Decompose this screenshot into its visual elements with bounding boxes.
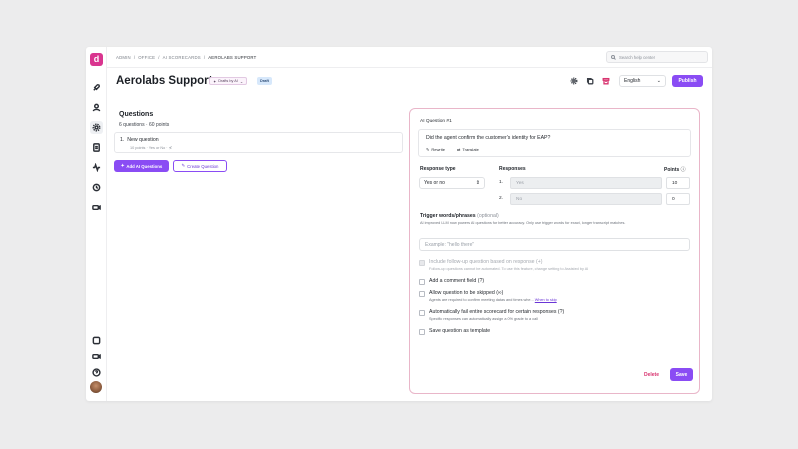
response-type-label: Response type (420, 166, 456, 172)
gear-icon[interactable] (90, 121, 103, 134)
create-question-label: Create Question (187, 163, 219, 169)
breadcrumb-separator: / (158, 55, 160, 60)
skip-checkbox[interactable] (419, 291, 425, 297)
page-title: Aerolabs Support (116, 75, 213, 87)
camera-icon[interactable] (91, 351, 102, 362)
divider (107, 67, 712, 68)
breadcrumb-current: AEROLABS SUPPORT (208, 55, 257, 60)
help-icon[interactable] (91, 367, 102, 378)
editor-header: AI Question #1 (420, 119, 452, 124)
follow-up-label: Include follow-up question based on resp… (429, 259, 543, 265)
question-title: 1. New question (120, 137, 159, 143)
history-icon[interactable] (91, 182, 102, 193)
avatar[interactable] (90, 381, 102, 393)
question-editor-panel: AI Question #1 Did the agent confirm the… (409, 108, 700, 394)
language-select[interactable]: English ⌄ (619, 75, 666, 87)
response-number: 1. (499, 180, 504, 185)
video-icon[interactable] (91, 202, 102, 213)
response-field: No (510, 193, 662, 205)
create-question-button[interactable]: ✎ Create Question (173, 160, 227, 172)
sparkle-icon: ✦ (213, 79, 217, 84)
activity-icon[interactable] (91, 162, 102, 173)
trigger-words-input[interactable]: Example: "hello there" (419, 238, 690, 251)
info-icon: ⓘ (680, 167, 686, 173)
scorecard-icon[interactable] (91, 142, 102, 153)
points-field[interactable]: 10 (666, 177, 690, 189)
response-field: Yes (510, 177, 662, 189)
response-type-select[interactable]: Yes or no ⇕ (419, 177, 485, 189)
delete-button[interactable]: Delete (644, 372, 659, 378)
app-window: d ADMIN / OFFICE / AI SCORECARDS / AEROL… (86, 47, 712, 401)
save-button[interactable]: Save (670, 368, 693, 381)
points-label: Points ⓘ (664, 167, 686, 173)
breadcrumb: ADMIN / OFFICE / AI SCORECARDS / AEROLAB… (116, 55, 257, 60)
chevron-down-icon: ⌄ (239, 79, 243, 84)
publish-button[interactable]: Publish (672, 75, 703, 87)
app-logo-icon[interactable] (91, 335, 102, 346)
drafted-by-ai-dropdown[interactable]: ✦ Drafts by AI ⌄ (209, 77, 247, 85)
auto-fail-label: Automatically fail entire scorecard for … (429, 309, 565, 315)
archive-icon[interactable] (602, 77, 610, 85)
comment-field-label: Add a comment field (?) (429, 278, 485, 284)
question-text: Did the agent confirm the customer's ide… (426, 135, 551, 141)
search-input[interactable]: Search help center (606, 51, 708, 63)
status-badge: Draft (257, 77, 272, 85)
breadcrumb-separator: / (133, 55, 136, 60)
when-to-skip-link[interactable]: When to skip (535, 298, 557, 302)
drafted-by-label: Drafts by AI (218, 79, 238, 83)
question-text-field[interactable]: Did the agent confirm the customer's ide… (418, 129, 691, 157)
edit-icon: ✎ (181, 163, 186, 168)
save-template-checkbox[interactable] (419, 329, 425, 335)
trigger-words-description: AI improved LLM now powers AI questions … (420, 221, 626, 225)
breadcrumb-office[interactable]: OFFICE (138, 55, 155, 60)
questions-meta: 6 questions · 60 points (119, 122, 170, 128)
user-icon[interactable] (91, 102, 102, 113)
pen-icon: ✎ (426, 147, 430, 152)
copy-icon[interactable] (586, 77, 594, 85)
auto-fail-sub: Specific responses can automatically ass… (429, 317, 538, 321)
response-number: 2. (499, 196, 504, 201)
follow-up-sub: Follow-up questions cannot be automated.… (429, 267, 589, 271)
save-template-label: Save question as template (429, 328, 491, 334)
search-placeholder: Search help center (619, 54, 656, 60)
comment-field-checkbox[interactable] (419, 279, 425, 285)
question-card[interactable]: 1. New question 10 points · Yes or No · … (114, 132, 403, 153)
settings-icon[interactable] (570, 77, 578, 85)
skip-sub: Agents are required to confirm meeting d… (429, 298, 557, 302)
rocket-icon[interactable] (91, 82, 102, 93)
translate-button[interactable]: ⇄ Translate (457, 147, 479, 152)
sparkle-icon: ✦ (120, 163, 125, 168)
breadcrumb-separator: / (203, 55, 206, 60)
trigger-words-label: Trigger words/phrases (optional) (420, 213, 499, 219)
questions-heading: Questions (119, 111, 154, 118)
rewrite-button[interactable]: ✎ Rewrite (426, 147, 445, 152)
points-field[interactable]: 0 (666, 193, 690, 205)
breadcrumb-ai-scorecards[interactable]: AI SCORECARDS (163, 55, 201, 60)
add-ai-questions-button[interactable]: ✦ Add AI Questions (114, 160, 169, 172)
language-value: English (624, 78, 641, 84)
translate-icon: ⇄ (457, 147, 461, 152)
breadcrumb-admin[interactable]: ADMIN (116, 55, 131, 60)
add-ai-questions-label: Add AI Questions (126, 163, 163, 169)
sidebar: d (86, 47, 107, 401)
chevron-updown-icon: ⇕ (475, 180, 480, 186)
chevron-down-icon: ⌄ (656, 78, 661, 84)
skip-label: Allow question to be skipped (∞) (429, 290, 504, 296)
question-meta: 10 points · Yes or No · ⊀ (130, 146, 172, 150)
brand-logo[interactable]: d (90, 53, 103, 66)
auto-fail-checkbox[interactable] (419, 310, 425, 316)
search-icon (611, 54, 616, 60)
follow-up-checkbox[interactable] (419, 260, 425, 266)
response-type-value: Yes or no (424, 180, 445, 186)
responses-label: Responses (499, 166, 526, 172)
